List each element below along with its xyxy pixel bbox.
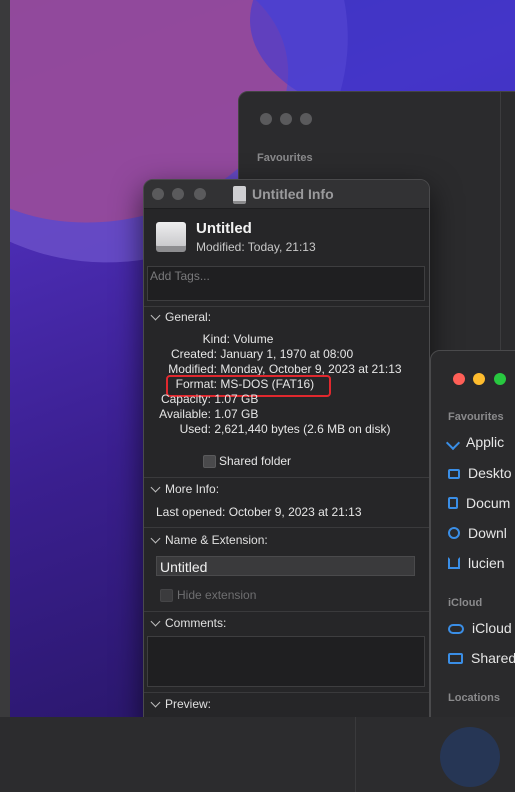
minimize-button[interactable] xyxy=(473,373,485,385)
divider xyxy=(144,477,429,478)
sidebar-item-downloads[interactable]: Downl xyxy=(448,525,507,541)
shared-folder-checkbox[interactable] xyxy=(203,455,216,468)
sidebar-item-applications[interactable]: Applic xyxy=(445,434,504,451)
bottom-background xyxy=(0,717,515,792)
chevron-down-icon xyxy=(150,616,161,627)
sidebar-section-icloud: iCloud xyxy=(448,597,483,609)
chevron-down-icon xyxy=(150,482,161,493)
tags-field[interactable]: Add Tags... xyxy=(147,266,425,301)
minimize-button[interactable] xyxy=(172,188,184,200)
last-opened: Last opened: October 9, 2023 at 21:13 xyxy=(156,505,362,519)
preview-section-header[interactable]: Preview: xyxy=(150,697,211,711)
sidebar-section-favourites: Favourites xyxy=(257,152,313,164)
name-extension-section-header[interactable]: Name & Extension: xyxy=(150,533,268,547)
volume-drive-icon xyxy=(156,222,186,254)
hide-extension-label: Hide extension xyxy=(177,588,257,602)
volume-name: Untitled xyxy=(196,220,252,237)
tags-placeholder: Add Tags... xyxy=(150,269,210,283)
front-finder-window: Favourites Applic Deskto Docum Downl luc… xyxy=(430,350,515,732)
sidebar-divider xyxy=(500,92,501,392)
comments-textarea[interactable] xyxy=(147,636,425,687)
hide-extension-checkbox[interactable] xyxy=(160,589,173,602)
home-icon xyxy=(448,557,460,569)
more-info-section-header[interactable]: More Info: xyxy=(150,482,219,496)
sidebar-section-locations: Locations xyxy=(448,692,500,704)
shared-folder-label: Shared folder xyxy=(219,454,292,468)
sidebar-item-icloud-drive[interactable]: iCloud xyxy=(448,620,512,636)
shared-folder-icon xyxy=(448,653,463,664)
cloud-icon xyxy=(448,624,464,634)
minimize-button[interactable] xyxy=(280,113,292,125)
applications-icon xyxy=(445,435,461,451)
divider xyxy=(144,527,429,528)
general-section-header[interactable]: General: xyxy=(150,310,211,324)
sidebar-item-home[interactable]: lucien xyxy=(448,555,505,571)
close-button[interactable] xyxy=(453,373,465,385)
volume-modified: Modified: Today, 21:13 xyxy=(196,240,316,254)
capacity-row: Capacity: 1.07 GB xyxy=(160,392,259,406)
divider xyxy=(144,306,429,307)
chevron-down-icon xyxy=(150,533,161,544)
chevron-down-icon xyxy=(150,697,161,708)
sidebar-item-documents[interactable]: Docum xyxy=(448,495,510,511)
comments-section-header[interactable]: Comments: xyxy=(150,616,226,630)
download-icon xyxy=(448,527,460,539)
blurred-logo xyxy=(440,727,500,787)
available-row: Available: 1.07 GB xyxy=(159,407,259,421)
drive-icon xyxy=(233,186,246,204)
document-icon xyxy=(448,497,458,509)
zoom-button[interactable] xyxy=(194,188,206,200)
divider xyxy=(144,692,429,693)
sidebar-item-shared[interactable]: Shared xyxy=(448,650,515,666)
info-titlebar[interactable]: Untitled Info xyxy=(144,180,429,209)
sidebar-item-desktop[interactable]: Deskto xyxy=(448,465,512,481)
window-title: Untitled Info xyxy=(252,186,334,202)
zoom-button[interactable] xyxy=(494,373,506,385)
name-field[interactable]: Untitled xyxy=(156,556,415,576)
divider xyxy=(355,717,356,792)
close-button[interactable] xyxy=(260,113,272,125)
format-row: Format: MS-DOS (FAT16) xyxy=(175,377,315,391)
left-edge-strip xyxy=(0,0,10,792)
desktop-icon xyxy=(448,469,460,479)
zoom-button[interactable] xyxy=(300,113,312,125)
created-row: Created: January 1, 1970 at 08:00 xyxy=(170,347,354,361)
kind-row: Kind: Volume xyxy=(202,332,274,346)
modified-row: Modified: Monday, October 9, 2023 at 21:… xyxy=(168,362,402,376)
sidebar-section-favourites: Favourites xyxy=(448,411,504,423)
info-window: Untitled Info Untitled Modified: Today, … xyxy=(143,179,430,726)
divider xyxy=(144,611,429,612)
chevron-down-icon xyxy=(150,310,161,321)
used-row: Used: 2,621,440 bytes (2.6 MB on disk) xyxy=(179,422,391,436)
close-button[interactable] xyxy=(152,188,164,200)
